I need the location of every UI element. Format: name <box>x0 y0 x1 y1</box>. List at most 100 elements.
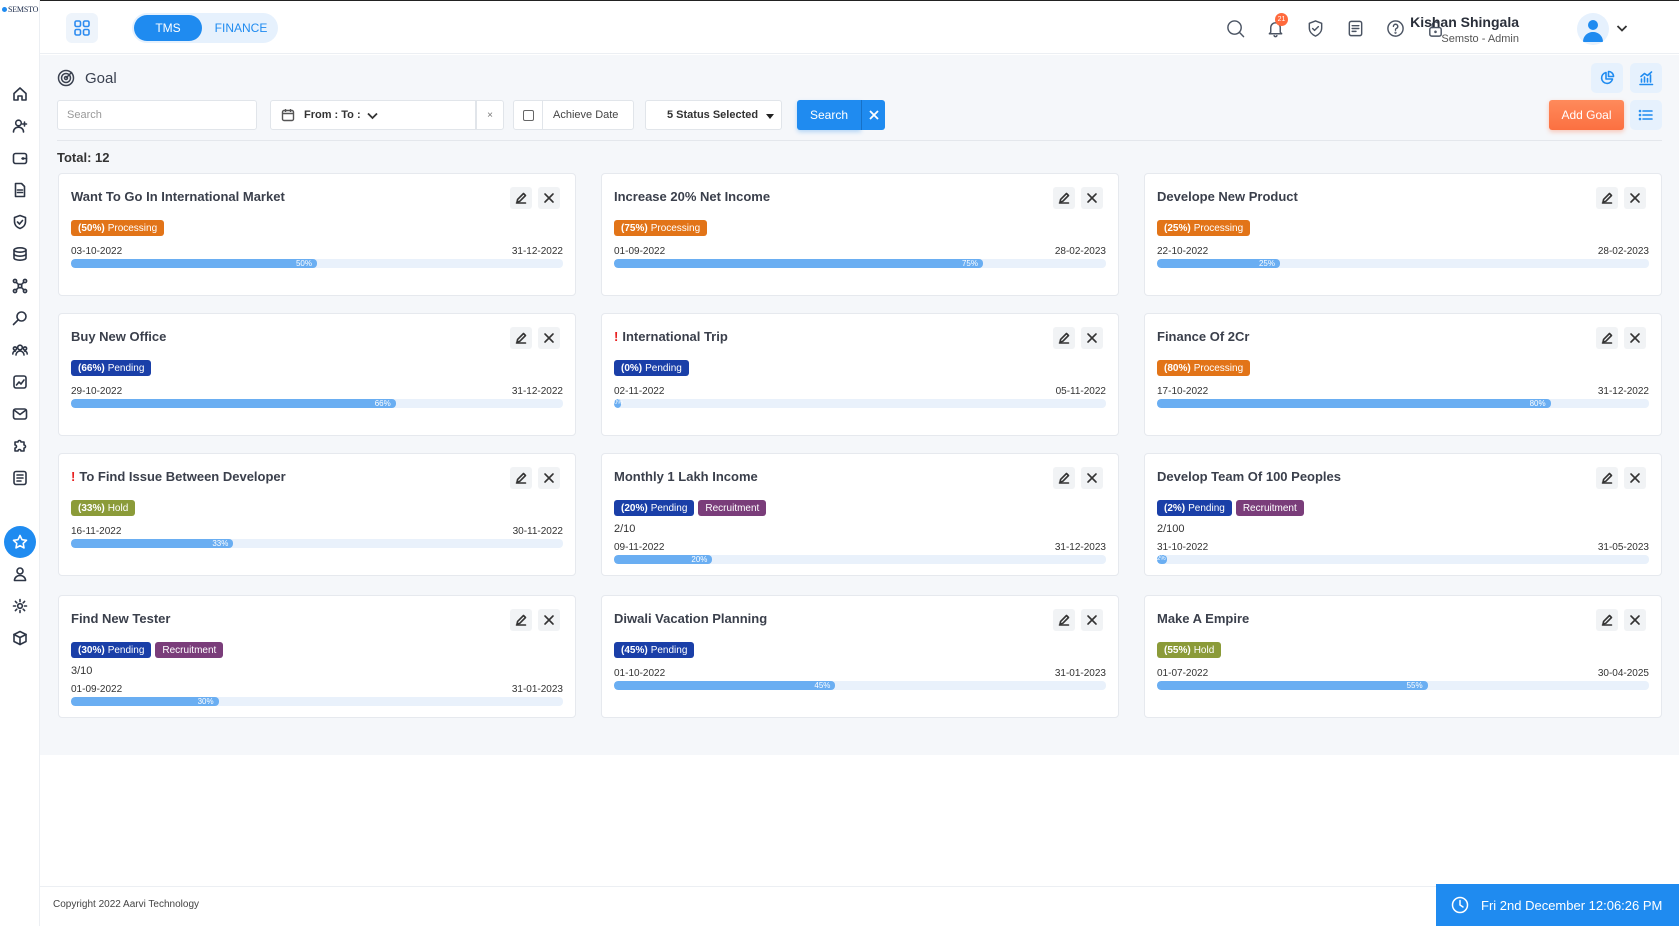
tab-tms[interactable]: TMS <box>134 15 202 41</box>
goal-status-badge: (75%) Processing <box>614 220 708 236</box>
clear-search-button[interactable] <box>861 100 885 130</box>
datetime-widget: Fri 2nd December 12:06:26 PM <box>1436 884 1679 926</box>
goal-card[interactable]: Diwali Vacation Planning (45%) Pending 01-1… <box>601 595 1119 718</box>
close-icon <box>544 333 554 343</box>
page-heading: Goal <box>57 69 117 87</box>
goal-card[interactable]: Buy New Office (66%) Pending 29-10-2022 31-1… <box>58 313 576 436</box>
delete-goal-button[interactable] <box>1624 609 1646 631</box>
goal-progress-fill: 2% <box>1157 555 1167 564</box>
edit-goal-button[interactable] <box>1596 187 1618 209</box>
delete-goal-button[interactable] <box>538 609 560 631</box>
user-name[interactable]: Kishan Shingala <box>1410 14 1519 30</box>
notification-bell-icon[interactable]: 21 <box>1264 13 1288 39</box>
goal-card[interactable]: Develope New Product (25%) Processing 22-10… <box>1144 173 1662 296</box>
delete-goal-button[interactable] <box>538 187 560 209</box>
goal-card[interactable]: ! To Find Issue Between Developer (33%) Hol… <box>58 453 576 576</box>
package-box-icon[interactable] <box>4 622 36 654</box>
list-document-icon[interactable] <box>4 462 36 494</box>
delete-goal-button[interactable] <box>1624 327 1646 349</box>
goal-end-date: 30-04-2025 <box>1597 668 1649 679</box>
brand-logo[interactable]: SEMSTO <box>2 5 38 14</box>
edit-goal-button[interactable] <box>1596 467 1618 489</box>
network-icon[interactable] <box>4 270 36 302</box>
delete-goal-button[interactable] <box>1081 187 1103 209</box>
user-menu-chevron-icon[interactable] <box>1615 21 1629 35</box>
goal-card[interactable]: Monthly 1 Lakh Income (20%) Pending Recruit… <box>601 453 1119 576</box>
search-button[interactable]: Search <box>797 100 861 130</box>
goal-card[interactable]: Increase 20% Net Income (75%) Processing 01… <box>601 173 1119 296</box>
goal-start-date: 09-11-2022 <box>614 542 665 553</box>
delete-goal-button[interactable] <box>538 467 560 489</box>
apps-grid-button[interactable] <box>66 13 98 43</box>
goal-dates: 03-10-2022 31-12-2022 <box>71 246 563 257</box>
notes-icon[interactable] <box>1344 17 1366 39</box>
delete-goal-button[interactable] <box>1081 609 1103 631</box>
edit-goal-button[interactable] <box>1053 187 1075 209</box>
delete-goal-button[interactable] <box>1081 467 1103 489</box>
tab-finance[interactable]: FINANCE <box>208 15 274 41</box>
goal-card[interactable]: Develop Team Of 100 Peoples (2%) Pending Re… <box>1144 453 1662 576</box>
goal-star-icon[interactable] <box>4 526 36 558</box>
goal-end-date: 31-05-2023 <box>1597 542 1649 553</box>
shield-check-icon[interactable] <box>4 206 36 238</box>
goal-card[interactable]: Make A Empire (55%) Hold 01-07-2022 30-04-20… <box>1144 595 1662 718</box>
team-icon[interactable] <box>4 334 36 366</box>
date-clear-button[interactable]: × <box>476 100 504 130</box>
home-icon[interactable] <box>4 78 36 110</box>
trend-chart-button[interactable] <box>1630 63 1662 93</box>
edit-goal-button[interactable] <box>510 609 532 631</box>
delete-goal-button[interactable] <box>538 327 560 349</box>
goal-tags: (0%) Pending <box>614 360 689 376</box>
add-goal-button[interactable]: Add Goal <box>1549 100 1624 130</box>
mail-icon[interactable] <box>4 398 36 430</box>
puzzle-icon[interactable] <box>4 430 36 462</box>
edit-goal-button[interactable] <box>1596 609 1618 631</box>
goal-start-date: 22-10-2022 <box>1157 246 1209 257</box>
goal-dates: 09-11-2022 31-12-2023 <box>614 542 1106 553</box>
goal-title: Diwali Vacation Planning <box>614 611 768 626</box>
chart-note-icon[interactable] <box>4 366 36 398</box>
goal-card[interactable]: Finance Of 2Cr (80%) Processing 17-10-2022 3… <box>1144 313 1662 436</box>
goal-tags: (75%) Processing <box>614 220 708 236</box>
divider <box>57 140 1662 141</box>
goal-start-date: 02-11-2022 <box>614 386 665 397</box>
edit-goal-button[interactable] <box>1596 327 1618 349</box>
chevron-down-icon <box>366 112 378 119</box>
shield-icon[interactable] <box>1304 17 1326 39</box>
edit-goal-button[interactable] <box>1053 609 1075 631</box>
user-icon[interactable] <box>4 558 36 590</box>
goal-status-badge: (0%) Pending <box>614 360 689 376</box>
goal-page: Goal From : To : × Achieve Date 5 Status… <box>40 55 1679 755</box>
edit-goal-button[interactable] <box>1053 327 1075 349</box>
goal-title: ! To Find Issue Between Developer <box>71 469 286 484</box>
goal-tags: (33%) Hold <box>71 500 136 516</box>
search-person-icon[interactable] <box>4 302 36 334</box>
achieve-date-checkbox[interactable] <box>514 100 543 130</box>
goal-progress-bar: 0% <box>614 399 1106 408</box>
goal-card[interactable]: Find New Tester (30%) Pending Recruitment 3/… <box>58 595 576 718</box>
status-select[interactable]: 5 Status Selected <box>645 100 782 130</box>
edit-goal-button[interactable] <box>510 327 532 349</box>
goal-card[interactable]: ! International Trip (0%) Pending 02-11-2022… <box>601 313 1119 436</box>
document-icon[interactable] <box>4 174 36 206</box>
delete-goal-button[interactable] <box>1081 327 1103 349</box>
add-user-icon[interactable] <box>4 110 36 142</box>
edit-goal-button[interactable] <box>1053 467 1075 489</box>
delete-goal-button[interactable] <box>1624 467 1646 489</box>
urgent-exclamation-icon: ! <box>614 329 619 344</box>
settings-gear-icon[interactable] <box>4 590 36 622</box>
list-view-button[interactable] <box>1630 100 1662 130</box>
goal-ratio: 2/10 <box>614 523 636 535</box>
pie-chart-button[interactable] <box>1591 63 1623 93</box>
date-range-picker[interactable]: From : To : <box>270 100 476 130</box>
goal-card[interactable]: Want To Go In International Market (50%) P… <box>58 173 576 296</box>
user-avatar[interactable] <box>1577 13 1609 45</box>
database-icon[interactable] <box>4 238 36 270</box>
help-icon[interactable] <box>1384 17 1406 39</box>
search-input[interactable] <box>57 100 257 130</box>
edit-goal-button[interactable] <box>510 187 532 209</box>
search-icon[interactable] <box>1224 17 1246 39</box>
edit-goal-button[interactable] <box>510 467 532 489</box>
delete-goal-button[interactable] <box>1624 187 1646 209</box>
wallet-icon[interactable] <box>4 142 36 174</box>
